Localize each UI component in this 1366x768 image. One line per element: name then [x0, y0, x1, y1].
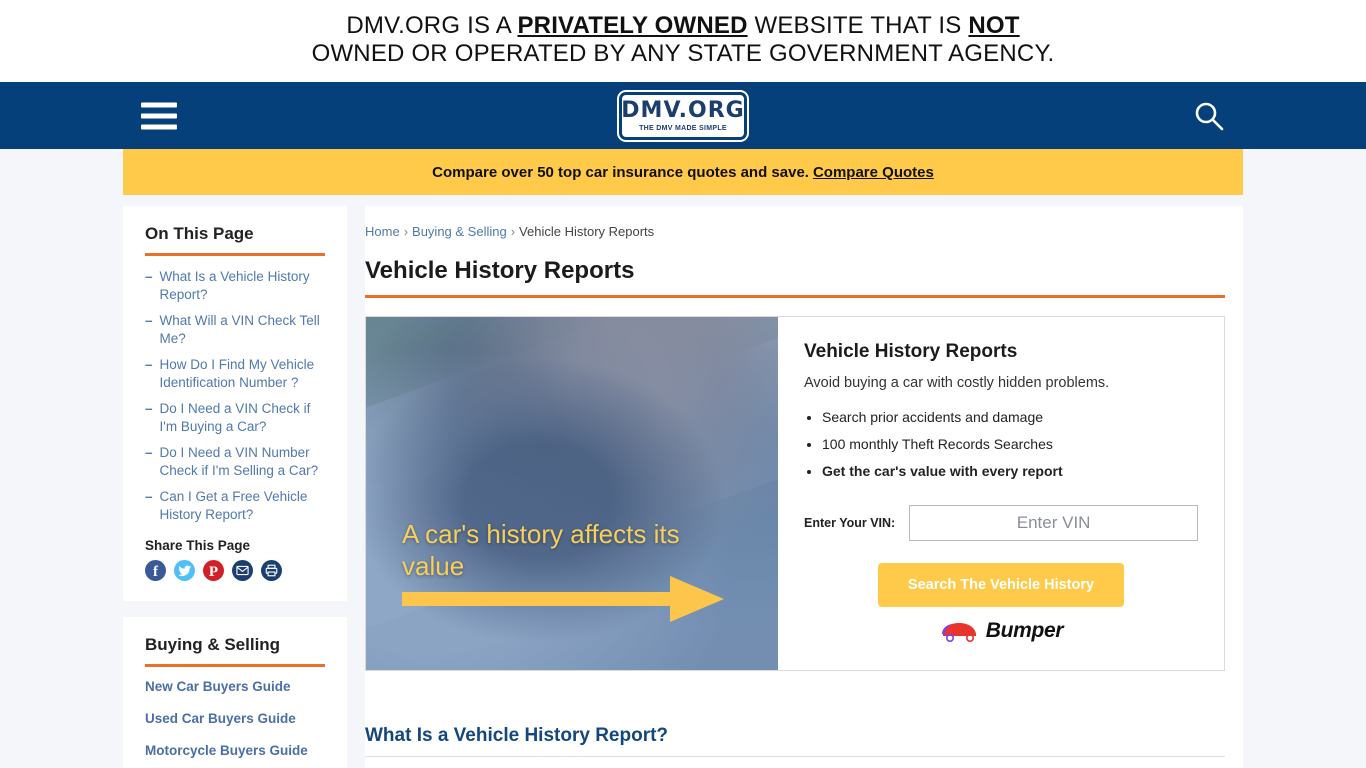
- sidebar-link-new-car-buyers-guide[interactable]: New Car Buyers Guide: [145, 679, 325, 694]
- hero-overlay-text: A car's history affects its value: [402, 519, 680, 581]
- hero-photo: A car's history affects its value: [366, 317, 778, 670]
- pinterest-share-icon[interactable]: P: [203, 560, 224, 581]
- page-body: On This Page – What Is a Vehicle History …: [0, 206, 1366, 768]
- list-item[interactable]: – Can I Get a Free Vehicle History Report…: [145, 488, 325, 524]
- svg-text:P: P: [209, 564, 218, 580]
- disclaimer-line-1: DMV.ORG IS A PRIVATELY OWNED WEBSITE THA…: [0, 12, 1366, 40]
- hamburger-bar: [141, 102, 177, 107]
- table-of-contents: – What Is a Vehicle History Report? – What…: [145, 268, 325, 524]
- toc-link[interactable]: Do I Need a VIN Check if I'm Buying a Ca…: [160, 400, 325, 436]
- print-icon[interactable]: [261, 560, 282, 581]
- hamburger-bar: [141, 113, 177, 118]
- partner-logo[interactable]: Bumper: [804, 619, 1198, 643]
- category-title: Buying & Selling: [145, 635, 281, 654]
- partner-name: Bumper: [985, 619, 1064, 642]
- share-buttons: f P: [145, 560, 325, 581]
- breadcrumb-current: Vehicle History Reports: [519, 224, 655, 239]
- facebook-share-icon[interactable]: f: [145, 560, 166, 581]
- search-icon[interactable]: [1192, 99, 1226, 133]
- promo-feature-list: Search prior accidents and damage 100 mo…: [822, 409, 1198, 479]
- email-share-icon[interactable]: [232, 560, 253, 581]
- hamburger-menu-icon[interactable]: [141, 102, 177, 129]
- toc-link[interactable]: How Do I Find My Vehicle Identification …: [160, 356, 325, 392]
- list-item[interactable]: – Do I Need a VIN Number Check if I'm Sel…: [145, 444, 325, 480]
- breadcrumb: Home › Buying & Selling › Vehicle History Re…: [365, 224, 1225, 239]
- logo-wordmark: DMV.ORG: [621, 97, 745, 123]
- site-logo[interactable]: DMV.ORG THE DMV MADE SIMPLE: [619, 91, 747, 140]
- list-item[interactable]: – Do I Need a VIN Check if I'm Buying a C…: [145, 400, 325, 436]
- toc-link[interactable]: What Is a Vehicle History Report?: [160, 268, 325, 304]
- page-title: Vehicle History Reports: [365, 257, 635, 284]
- promo-details: Vehicle History Reports Avoid buying a c…: [778, 317, 1224, 670]
- dash-icon: –: [145, 269, 153, 284]
- promo-title: Vehicle History Reports: [804, 341, 1018, 362]
- breadcrumb-separator: ›: [403, 224, 409, 239]
- sidebar: On This Page – What Is a Vehicle History …: [123, 206, 347, 768]
- disclaimer-text-pre: DMV.ORG IS A: [346, 12, 518, 39]
- main-content: Home › Buying & Selling › Vehicle History Re…: [365, 206, 1243, 768]
- dash-icon: –: [145, 313, 153, 328]
- sidebar-link-used-car-buyers-guide[interactable]: Used Car Buyers Guide: [145, 711, 325, 726]
- hamburger-bar: [141, 124, 177, 129]
- toc-link[interactable]: Do I Need a VIN Number Check if I'm Sell…: [160, 444, 325, 480]
- category-links: New Car Buyers Guide Used Car Buyers Gui…: [145, 679, 325, 758]
- site-disclaimer: DMV.ORG IS A PRIVATELY OWNED WEBSITE THA…: [0, 0, 1366, 82]
- dash-icon: –: [145, 445, 153, 460]
- compare-quotes-link[interactable]: Compare Quotes: [813, 164, 934, 181]
- list-item[interactable]: – What Is a Vehicle History Report?: [145, 268, 325, 304]
- list-item: Get the car's value with every report: [822, 463, 1198, 479]
- share-this-page-label: Share This Page: [145, 538, 251, 553]
- breadcrumb-link-buying-selling[interactable]: Buying & Selling: [412, 224, 507, 239]
- on-this-page-title: On This Page: [145, 224, 254, 243]
- bumper-car-logo-icon: [940, 623, 979, 642]
- list-item[interactable]: – What Will a VIN Check Tell Me?: [145, 312, 325, 348]
- toc-link[interactable]: What Will a VIN Check Tell Me?: [160, 312, 325, 348]
- toc-link[interactable]: Can I Get a Free Vehicle History Report?: [160, 488, 325, 524]
- top-navigation-bar: DMV.ORG THE DMV MADE SIMPLE: [0, 82, 1366, 149]
- section-heading: What Is a Vehicle History Report?: [365, 725, 669, 746]
- list-item: 100 monthly Theft Records Searches: [822, 436, 1198, 452]
- vin-input[interactable]: [909, 505, 1198, 541]
- dash-icon: –: [145, 357, 153, 372]
- logo-tagline: THE DMV MADE SIMPLE: [639, 124, 727, 132]
- disclaimer-text-mid: WEBSITE THAT IS: [747, 12, 969, 39]
- list-item[interactable]: – How Do I Find My Vehicle Identification…: [145, 356, 325, 392]
- buying-selling-card: Buying & Selling New Car Buyers Guide Us…: [123, 617, 347, 768]
- divider: [145, 664, 325, 667]
- dash-icon: –: [145, 489, 153, 504]
- promo-subtitle: Avoid buying a car with costly hidden pr…: [804, 375, 1110, 391]
- list-item: Search prior accidents and damage: [822, 409, 1198, 425]
- disclaimer-emphasis-privately-owned: PRIVATELY OWNED: [517, 12, 748, 39]
- breadcrumb-separator: ›: [510, 224, 516, 239]
- vin-form-row: Enter Your VIN:: [804, 505, 1198, 541]
- title-underline: [365, 295, 1225, 298]
- right-arrow-icon: [402, 576, 724, 622]
- svg-text:f: f: [153, 564, 159, 580]
- sidebar-link-motorcycle-buyers-guide[interactable]: Motorcycle Buyers Guide: [145, 743, 325, 758]
- insurance-promo-banner: Compare over 50 top car insurance quotes…: [123, 149, 1243, 195]
- divider: [145, 253, 325, 256]
- disclaimer-line-2: OWNED OR OPERATED BY ANY STATE GOVERNMEN…: [311, 40, 1055, 67]
- twitter-share-icon[interactable]: [174, 560, 195, 581]
- vin-label: Enter Your VIN:: [804, 516, 896, 530]
- on-this-page-card: On This Page – What Is a Vehicle History …: [123, 206, 347, 601]
- breadcrumb-link-home[interactable]: Home: [365, 224, 400, 239]
- section-divider: [365, 756, 1225, 757]
- dash-icon: –: [145, 401, 153, 416]
- vehicle-history-promo-card: A car's history affects its value Vehicl…: [365, 316, 1225, 671]
- promo-text: Compare over 50 top car insurance quotes…: [432, 163, 809, 181]
- disclaimer-emphasis-not: NOT: [968, 12, 1020, 39]
- search-vehicle-history-button[interactable]: Search The Vehicle History: [877, 563, 1125, 607]
